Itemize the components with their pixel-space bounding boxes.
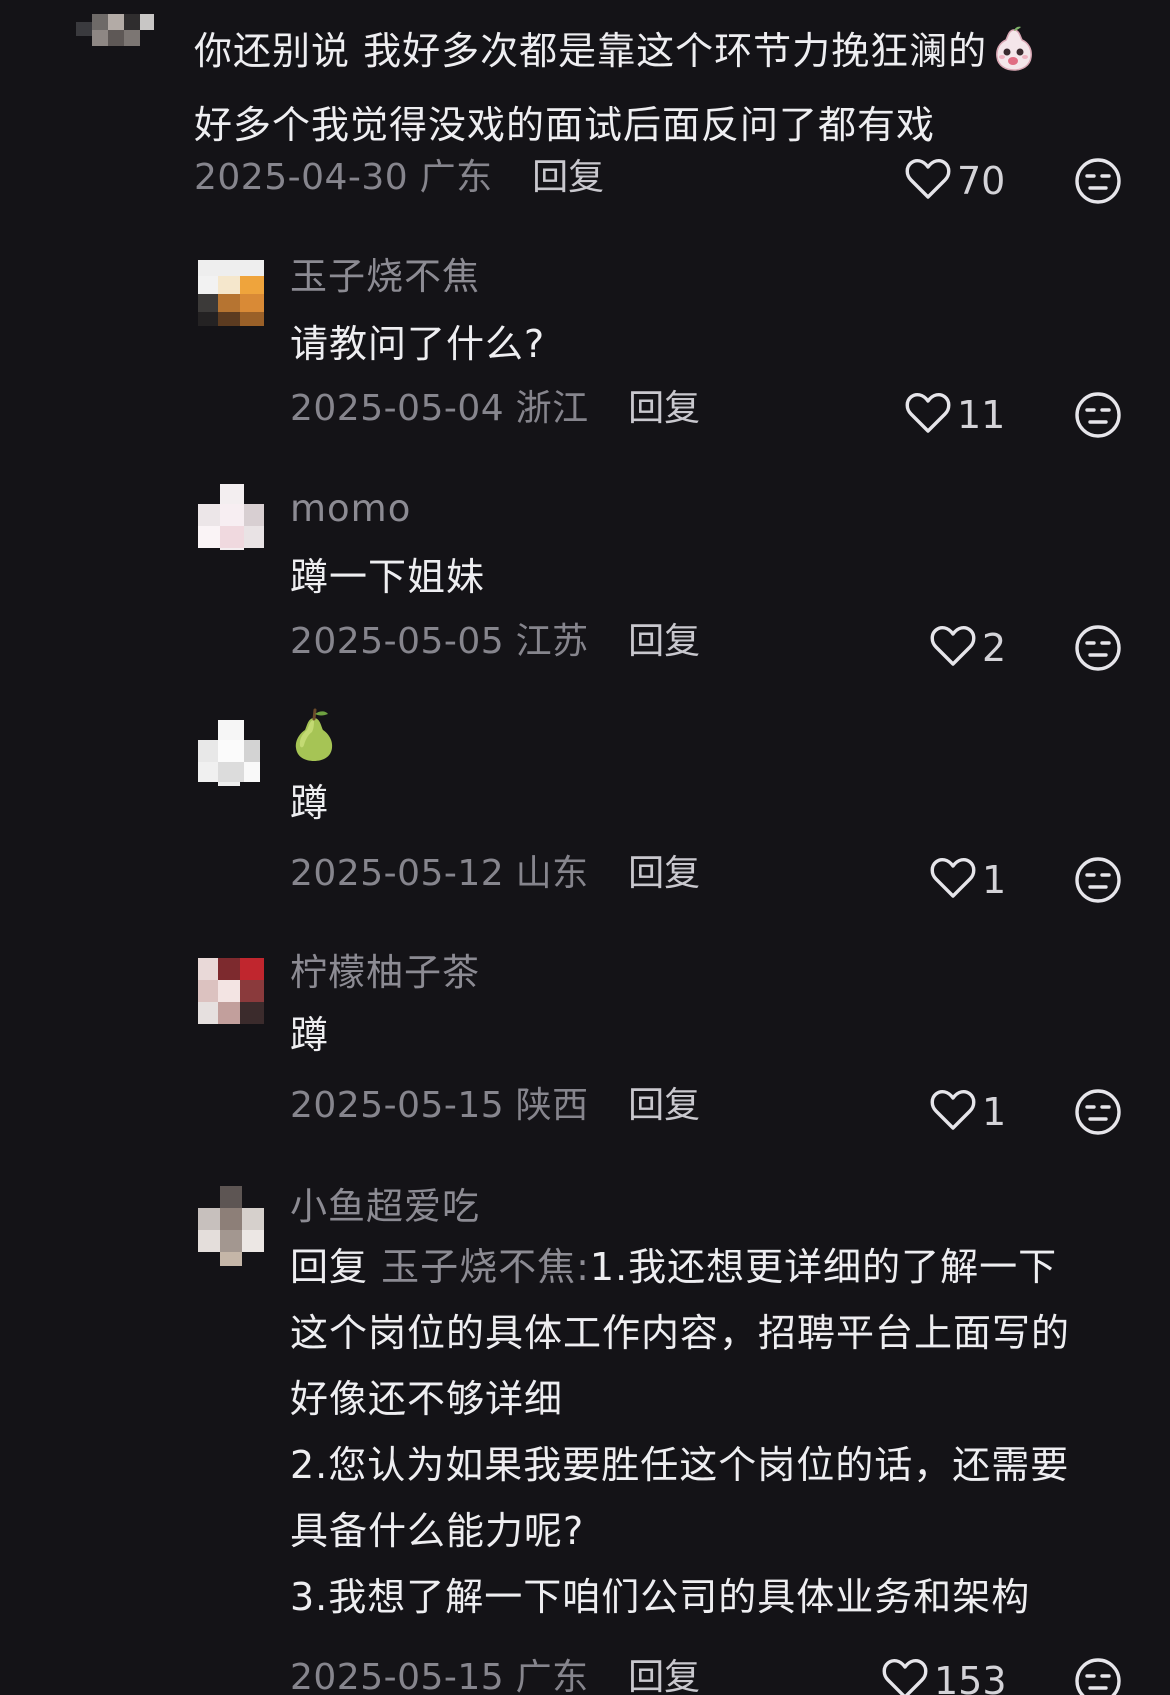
like-count: 2 xyxy=(982,626,1007,670)
pear-emoji-icon xyxy=(290,708,338,761)
comment-region: 广东 xyxy=(419,157,493,198)
reply-button[interactable]: 回复 xyxy=(628,853,700,894)
comment-text: 你还别说 我好多次都是靠这个环节力挽狂澜的 好多个我觉得没戏的面试后面反问了都有… xyxy=(194,18,1094,158)
meh-face-icon xyxy=(1075,392,1121,438)
comment-meta: 2025-04-30 广东 回复 xyxy=(194,153,604,203)
like-count: 1 xyxy=(982,1090,1007,1134)
like-count: 153 xyxy=(934,1659,1007,1695)
reply-line: 蹲 xyxy=(290,1013,330,1057)
reply-region: 浙江 xyxy=(515,388,589,429)
heart-icon xyxy=(905,392,951,438)
reply-button[interactable]: 回复 xyxy=(628,388,700,429)
reply-meta: 2025-05-12 山东 回复 xyxy=(290,849,700,899)
reply-line: 1.我还想更详细的了解一下 xyxy=(589,1245,1058,1289)
reply-button[interactable]: 回复 xyxy=(532,157,604,198)
reply-line: 3.我想了解一下咱们公司的具体业务和架构 xyxy=(290,1575,1031,1619)
reply-date: 2025-05-15 xyxy=(290,1657,505,1695)
reply-item: 小鱼超爱吃 回复 玉子烧不焦:1.我还想更详细的了解一下 这个岗位的具体工作内容… xyxy=(0,1185,1170,1695)
top-comment: 你还别说 我好多次都是靠这个环节力挽狂澜的 好多个我觉得没戏的面试后面反问了都有… xyxy=(0,0,1170,225)
like-button[interactable]: 70 xyxy=(905,156,1005,206)
dislike-button[interactable] xyxy=(1073,156,1123,206)
reply-line: 好像还不够详细 xyxy=(290,1377,564,1421)
reply-date: 2025-05-05 xyxy=(290,621,505,662)
reply-date: 2025-05-12 xyxy=(290,853,505,894)
reply-line: 请教问了什么? xyxy=(290,322,546,366)
username[interactable]: 柠檬柚子茶 xyxy=(290,948,480,998)
reply-region: 山东 xyxy=(515,853,589,894)
reply-line: 具备什么能力呢? xyxy=(290,1509,585,1553)
avatar[interactable] xyxy=(198,260,264,326)
comment-line-1: 你还别说 我好多次都是靠这个环节力挽狂澜的 xyxy=(194,29,988,73)
comment-line-2: 好多个我觉得没戏的面试后面反问了都有戏 xyxy=(194,103,936,147)
reply-meta: 2025-05-15 陕西 回复 xyxy=(290,1081,700,1131)
comment-date: 2025-04-30 xyxy=(194,157,409,198)
reply-text: 蹲一下姐妹 xyxy=(290,544,1130,610)
reply-item: 玉子烧不焦 请教问了什么? 2025-05-04 浙江 回复 11 xyxy=(0,250,1170,460)
reply-region: 江苏 xyxy=(515,621,589,662)
meh-face-icon xyxy=(1075,1089,1121,1135)
reply-button[interactable]: 回复 xyxy=(628,621,700,662)
comment-thread: 你还别说 我好多次都是靠这个环节力挽狂澜的 好多个我觉得没戏的面试后面反问了都有… xyxy=(0,0,1170,1695)
like-button[interactable]: 11 xyxy=(905,390,1005,440)
heart-icon xyxy=(882,1658,928,1695)
username[interactable] xyxy=(290,708,338,765)
username[interactable]: 玉子烧不焦 xyxy=(290,252,480,302)
like-button[interactable]: 2 xyxy=(930,623,1006,673)
like-count: 70 xyxy=(957,159,1006,203)
reply-date: 2025-05-15 xyxy=(290,1085,505,1126)
heart-icon xyxy=(930,1089,976,1135)
reply-item: momo 蹲一下姐妹 2025-05-05 江苏 回复 2 xyxy=(0,484,1170,694)
reply-region: 陕西 xyxy=(515,1085,589,1126)
avatar[interactable] xyxy=(198,484,264,550)
dislike-button[interactable] xyxy=(1073,1656,1123,1695)
reply-prefix: 回复 xyxy=(290,1245,369,1289)
reply-line: 2.您认为如果我要胜任这个岗位的话，还需要 xyxy=(290,1443,1070,1487)
like-count: 11 xyxy=(957,393,1006,437)
dislike-button[interactable] xyxy=(1073,623,1123,673)
avatar[interactable] xyxy=(198,958,264,1024)
reply-meta: 2025-05-15 广东 回复 xyxy=(290,1653,700,1695)
meh-face-icon xyxy=(1075,625,1121,671)
username[interactable]: momo xyxy=(290,484,411,534)
heart-icon xyxy=(930,625,976,671)
reply-line: 这个岗位的具体工作内容，招聘平台上面写的 xyxy=(290,1311,1071,1355)
like-button[interactable]: 1 xyxy=(930,855,1006,905)
avatar[interactable] xyxy=(198,1186,264,1266)
reply-region: 广东 xyxy=(515,1657,589,1695)
avatar[interactable] xyxy=(198,720,264,786)
meh-face-icon xyxy=(1075,1658,1121,1695)
heart-icon xyxy=(905,158,951,204)
avatar[interactable] xyxy=(76,0,160,62)
reply-button[interactable]: 回复 xyxy=(628,1657,700,1695)
like-button[interactable]: 1 xyxy=(930,1087,1006,1137)
username[interactable]: 小鱼超爱吃 xyxy=(290,1182,480,1232)
dislike-button[interactable] xyxy=(1073,390,1123,440)
meh-face-icon xyxy=(1075,857,1121,903)
reply-target-username[interactable]: 玉子烧不焦: xyxy=(381,1245,590,1289)
dislike-button[interactable] xyxy=(1073,855,1123,905)
reply-meta: 2025-05-04 浙江 回复 xyxy=(290,384,700,434)
reply-text: 蹲 xyxy=(290,770,1130,836)
reply-meta: 2025-05-05 江苏 回复 xyxy=(290,617,700,667)
reply-item: 柠檬柚子茶 蹲 2025-05-15 陕西 回复 1 xyxy=(0,951,1170,1162)
reply-text: 蹲 xyxy=(290,1002,1130,1068)
reply-text: 请教问了什么? xyxy=(290,311,1130,377)
reply-item: 蹲 2025-05-12 山东 回复 1 xyxy=(0,708,1170,924)
reply-button[interactable]: 回复 xyxy=(628,1085,700,1126)
reply-text: 回复 玉子烧不焦:1.我还想更详细的了解一下 这个岗位的具体工作内容，招聘平台上… xyxy=(290,1234,1130,1630)
reply-line: 蹲 xyxy=(290,781,330,825)
reply-date: 2025-05-04 xyxy=(290,388,505,429)
like-button[interactable]: 153 xyxy=(882,1656,1007,1695)
reply-line: 蹲一下姐妹 xyxy=(290,555,486,599)
like-count: 1 xyxy=(982,858,1007,902)
heart-icon xyxy=(930,857,976,903)
meh-face-icon xyxy=(1075,158,1121,204)
pear-face-emoji-icon xyxy=(991,26,1037,92)
dislike-button[interactable] xyxy=(1073,1087,1123,1137)
